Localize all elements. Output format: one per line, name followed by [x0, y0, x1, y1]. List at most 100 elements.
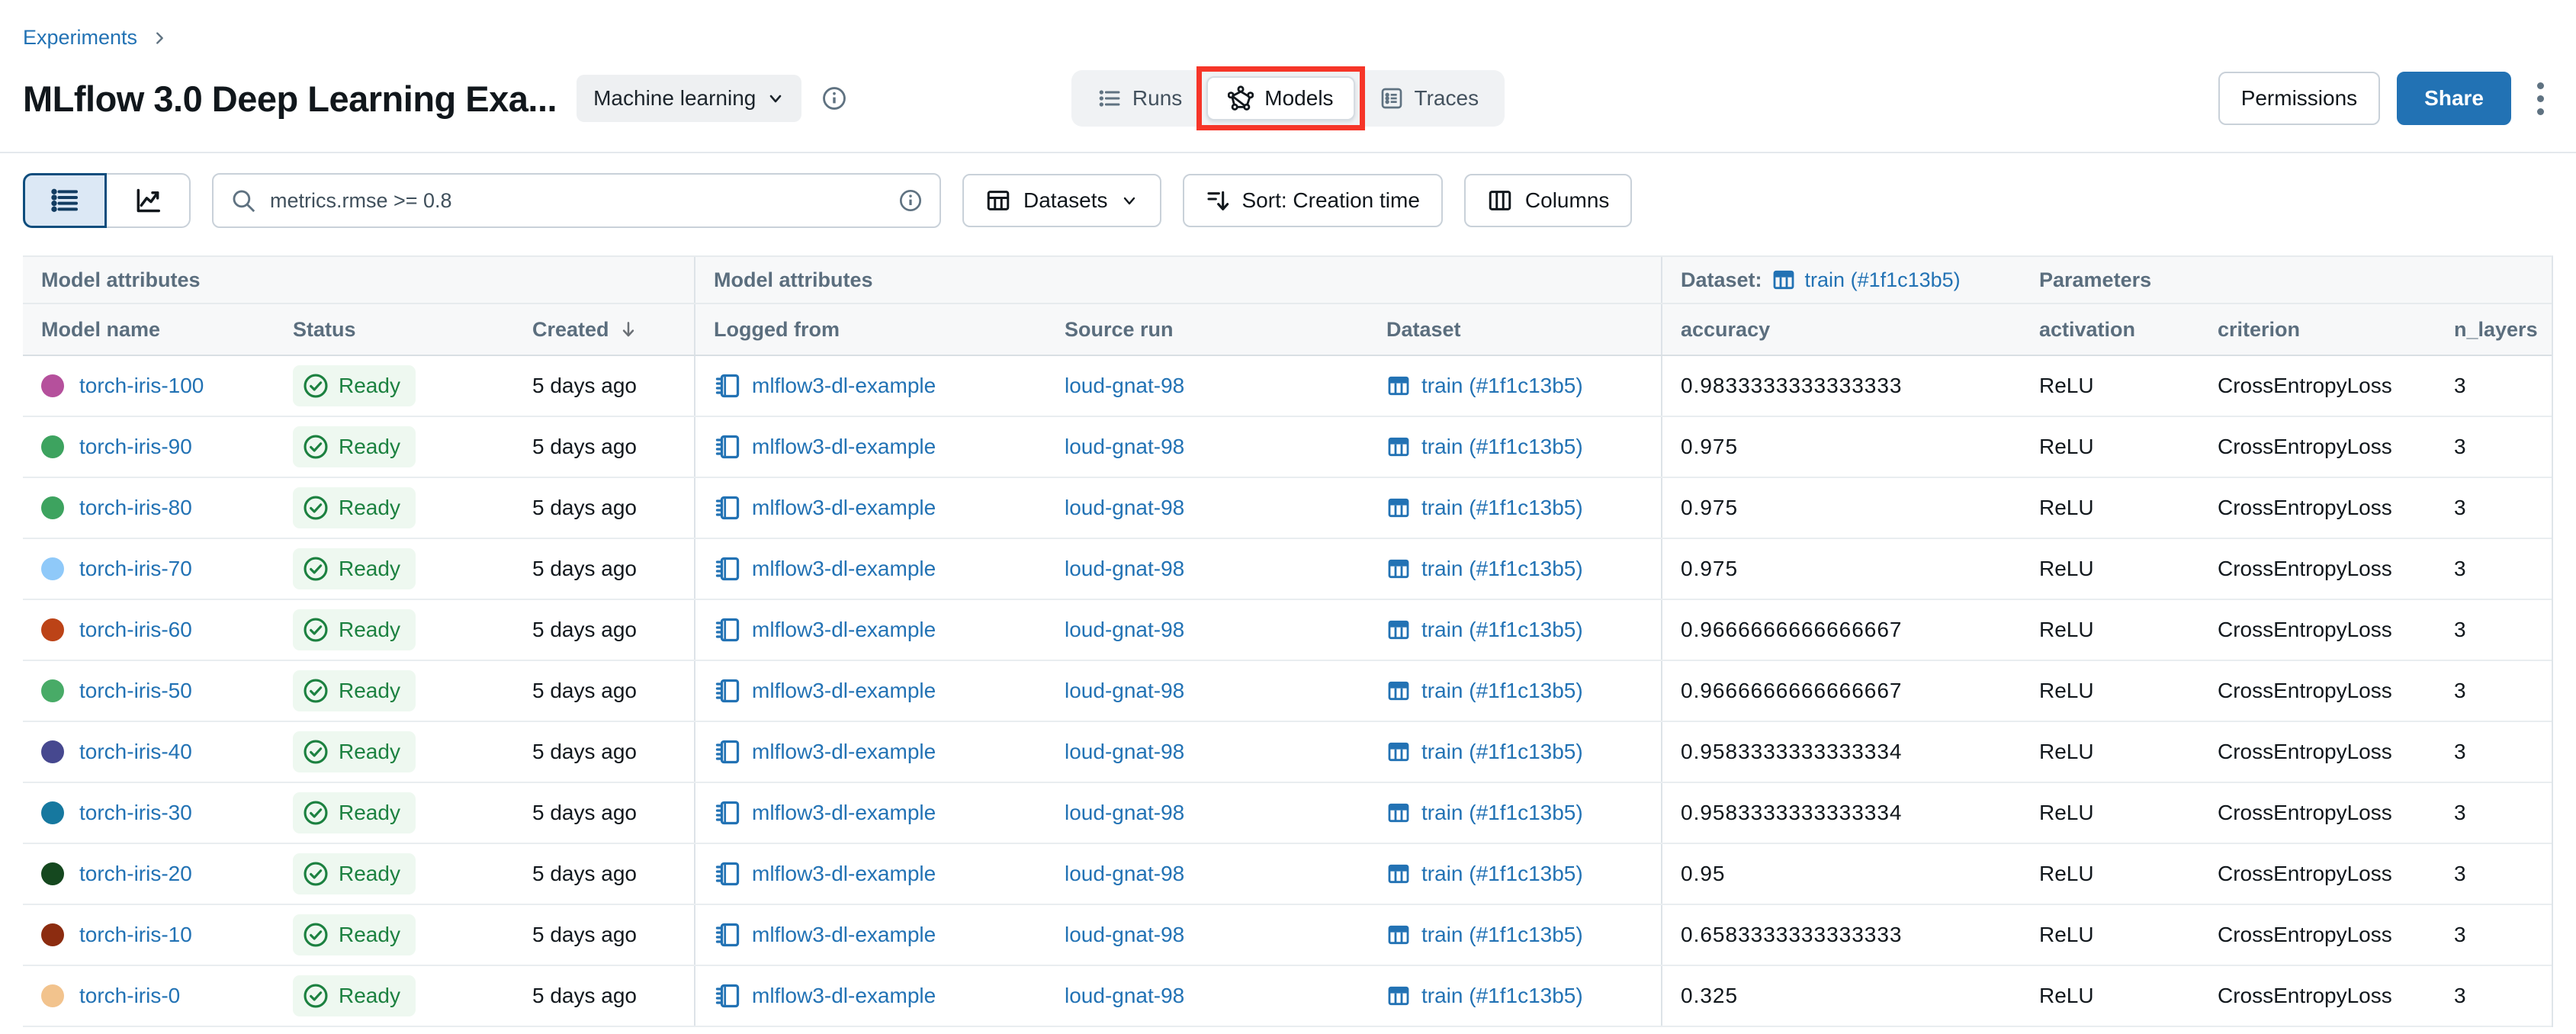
column-header-accuracy[interactable]: accuracy: [1662, 318, 2021, 342]
logged-from-link[interactable]: mlflow3-dl-example: [752, 801, 936, 825]
source-run-link[interactable]: loud-gnat-98: [1065, 435, 1184, 459]
source-run-cell: loud-gnat-98: [1046, 966, 1368, 1026]
model-name-link[interactable]: torch-iris-30: [79, 801, 192, 825]
column-group-header-row: Model attributes Model attributes Datase…: [23, 257, 2552, 304]
dataset-link[interactable]: train (#1f1c13b5): [1421, 435, 1583, 459]
logged-from-link[interactable]: mlflow3-dl-example: [752, 374, 936, 398]
logged-from-link[interactable]: mlflow3-dl-example: [752, 862, 936, 886]
list-view-button[interactable]: [23, 173, 107, 228]
logged-from-link[interactable]: mlflow3-dl-example: [752, 557, 936, 581]
check-circle-icon: [302, 555, 329, 583]
logged-from-link[interactable]: mlflow3-dl-example: [752, 435, 936, 459]
column-header-created[interactable]: Created: [514, 304, 695, 355]
logged-from-link[interactable]: mlflow3-dl-example: [752, 984, 936, 1008]
dataset-link[interactable]: train (#1f1c13b5): [1421, 801, 1583, 825]
sort-descending-arrow-icon: [618, 320, 638, 339]
source-run-link[interactable]: loud-gnat-98: [1065, 557, 1184, 581]
model-name-link[interactable]: torch-iris-60: [79, 618, 192, 642]
model-color-dot: [41, 862, 64, 885]
source-run-cell: loud-gnat-98: [1046, 356, 1368, 416]
source-run-link[interactable]: loud-gnat-98: [1065, 801, 1184, 825]
source-run-link[interactable]: loud-gnat-98: [1065, 923, 1184, 947]
tab-models[interactable]: Models: [1206, 76, 1354, 120]
check-circle-icon: [302, 921, 329, 949]
model-name-link[interactable]: torch-iris-90: [79, 435, 192, 459]
accuracy-cell: 0.9666666666666667: [1662, 600, 2021, 660]
group-parameters: Parameters: [2021, 268, 2552, 292]
column-header-criterion[interactable]: criterion: [2199, 318, 2436, 342]
model-name-link[interactable]: torch-iris-10: [79, 923, 192, 947]
logged-from-link[interactable]: mlflow3-dl-example: [752, 618, 936, 642]
source-run-link[interactable]: loud-gnat-98: [1065, 618, 1184, 642]
dataset-table-icon: [1771, 268, 1796, 292]
dataset-link[interactable]: train (#1f1c13b5): [1421, 984, 1583, 1008]
source-run-link[interactable]: loud-gnat-98: [1065, 679, 1184, 703]
models-table: Model attributes Model attributes Datase…: [23, 255, 2553, 1027]
dataset-link[interactable]: train (#1f1c13b5): [1421, 923, 1583, 947]
dataset-link[interactable]: train (#1f1c13b5): [1421, 374, 1583, 398]
columns-button[interactable]: Columns: [1464, 174, 1632, 227]
column-header-model-name[interactable]: Model name: [23, 318, 275, 342]
model-color-dot: [41, 801, 64, 824]
column-header-source-run[interactable]: Source run: [1046, 318, 1368, 342]
group-dataset-link[interactable]: train (#1f1c13b5): [1805, 268, 1961, 292]
source-run-link[interactable]: loud-gnat-98: [1065, 984, 1184, 1008]
model-name-link[interactable]: torch-iris-50: [79, 679, 192, 703]
notebook-icon: [714, 677, 741, 705]
column-header-activation[interactable]: activation: [2021, 318, 2199, 342]
model-name-cell: torch-iris-90: [23, 417, 275, 477]
share-button[interactable]: Share: [2397, 72, 2511, 125]
model-name-link[interactable]: torch-iris-0: [79, 984, 180, 1008]
dataset-link[interactable]: train (#1f1c13b5): [1421, 618, 1583, 642]
criterion-cell: CrossEntropyLoss: [2199, 417, 2436, 477]
dataset-link[interactable]: train (#1f1c13b5): [1421, 557, 1583, 581]
datasets-button[interactable]: Datasets: [962, 174, 1161, 227]
activation-cell: ReLU: [2021, 417, 2199, 477]
search-input[interactable]: metrics.rmse >= 0.8: [270, 189, 885, 213]
search-box[interactable]: metrics.rmse >= 0.8: [212, 173, 941, 228]
column-header-logged-from[interactable]: Logged from: [695, 318, 1046, 342]
dataset-link[interactable]: train (#1f1c13b5): [1421, 740, 1583, 764]
model-name-link[interactable]: torch-iris-20: [79, 862, 192, 886]
search-info-icon[interactable]: [898, 188, 923, 213]
model-name-link[interactable]: torch-iris-100: [79, 374, 204, 398]
dataset-link[interactable]: train (#1f1c13b5): [1421, 862, 1583, 886]
status-label: Ready: [339, 679, 400, 703]
model-name-link[interactable]: torch-iris-40: [79, 740, 192, 764]
tab-runs[interactable]: Runs: [1078, 76, 1202, 120]
breadcrumb-experiments-link[interactable]: Experiments: [23, 26, 137, 50]
info-icon[interactable]: [821, 85, 847, 111]
dataset-link[interactable]: train (#1f1c13b5): [1421, 496, 1583, 520]
status-badge: Ready: [293, 670, 416, 711]
notebook-icon: [714, 616, 741, 644]
models-network-icon: [1228, 85, 1254, 111]
sort-button[interactable]: Sort: Creation time: [1183, 174, 1443, 227]
model-color-dot: [41, 496, 64, 519]
sort-icon: [1206, 188, 1230, 213]
column-header-dataset[interactable]: Dataset: [1368, 304, 1662, 355]
logged-from-link[interactable]: mlflow3-dl-example: [752, 923, 936, 947]
status-cell: Ready: [275, 905, 514, 965]
model-name-link[interactable]: torch-iris-80: [79, 496, 192, 520]
dataset-table-icon: [1386, 496, 1411, 520]
created-cell: 5 days ago: [514, 600, 695, 660]
experiment-domain-tag[interactable]: Machine learning: [577, 75, 801, 122]
logged-from-link[interactable]: mlflow3-dl-example: [752, 740, 936, 764]
logged-from-cell: mlflow3-dl-example: [695, 722, 1046, 782]
tab-traces[interactable]: Traces: [1360, 76, 1499, 120]
source-run-link[interactable]: loud-gnat-98: [1065, 740, 1184, 764]
permissions-button[interactable]: Permissions: [2218, 72, 2380, 125]
status-badge: Ready: [293, 548, 416, 589]
model-name-cell: torch-iris-50: [23, 661, 275, 721]
source-run-link[interactable]: loud-gnat-98: [1065, 374, 1184, 398]
source-run-link[interactable]: loud-gnat-98: [1065, 496, 1184, 520]
source-run-link[interactable]: loud-gnat-98: [1065, 862, 1184, 886]
logged-from-link[interactable]: mlflow3-dl-example: [752, 679, 936, 703]
dataset-link[interactable]: train (#1f1c13b5): [1421, 679, 1583, 703]
overflow-menu-button[interactable]: [2528, 72, 2553, 126]
model-name-link[interactable]: torch-iris-70: [79, 557, 192, 581]
logged-from-link[interactable]: mlflow3-dl-example: [752, 496, 936, 520]
column-header-n-layers[interactable]: n_layers: [2436, 318, 2552, 342]
chart-view-button[interactable]: [107, 173, 191, 228]
column-header-status[interactable]: Status: [275, 318, 514, 342]
